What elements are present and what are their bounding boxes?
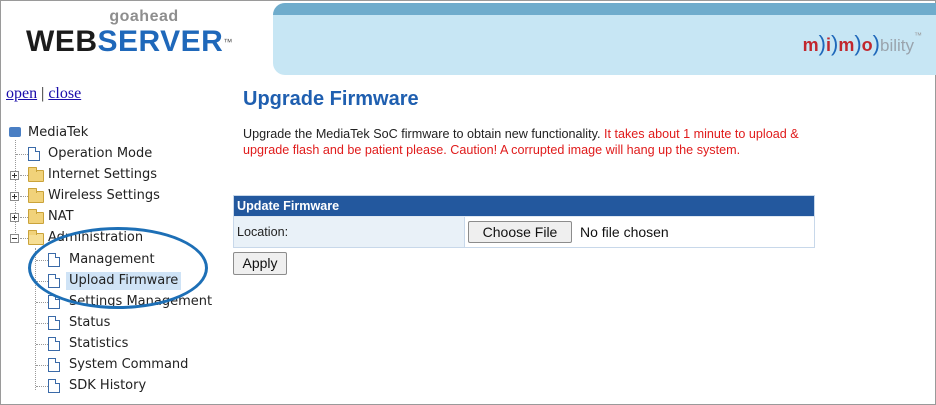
tree-hline (20, 175, 28, 176)
update-firmware-table: Update Firmware Location: Choose File No… (233, 195, 815, 248)
banner-top-strip (273, 3, 936, 15)
page-icon (48, 316, 60, 330)
apply-button[interactable]: Apply (233, 252, 287, 275)
brand-m1: m (802, 35, 819, 55)
tree-hline (36, 386, 48, 387)
choose-file-button[interactable]: Choose File (468, 221, 572, 243)
description-text: Upgrade the MediaTek SoC firmware to obt… (243, 127, 601, 141)
brand-m2: m (838, 35, 855, 55)
page-icon (28, 147, 40, 161)
tree-open-close: open | close (6, 85, 81, 103)
tree-item-label: Status (69, 315, 111, 330)
folder-icon (28, 188, 44, 203)
page-icon (48, 358, 60, 372)
tree-hline (36, 323, 48, 324)
close-link[interactable]: close (48, 85, 81, 102)
logo-server: SERVER (97, 25, 224, 58)
tree-root-label: MediaTek (28, 125, 89, 140)
logo-tm: ™ (223, 37, 233, 47)
logo-webserver-text: WEBSERVER™ (26, 25, 233, 59)
collapse-minus-icon[interactable] (10, 234, 19, 243)
tree-hline (36, 344, 48, 345)
brand-paren1: ) (818, 31, 826, 56)
tree-hline (36, 302, 48, 303)
tree-item-label: Internet Settings (48, 167, 158, 182)
tree-item-label: System Command (69, 357, 189, 372)
highlight-oval-annotation (28, 227, 208, 309)
folder-icon (28, 209, 44, 224)
open-close-separator: | (41, 85, 45, 102)
tree-hline (16, 154, 28, 155)
header-banner: m)i)m)o)bility™ (273, 3, 936, 75)
tree-item-label: Operation Mode (48, 146, 153, 161)
open-link[interactable]: open (6, 85, 37, 102)
tree-hline (20, 238, 28, 239)
expand-plus-icon[interactable] (10, 192, 19, 201)
brand-paren4: ) (872, 31, 880, 56)
tree-item-label: Wireless Settings (48, 188, 160, 203)
computer-icon (9, 127, 21, 137)
no-file-chosen-text: No file chosen (580, 224, 669, 240)
table-header: Update Firmware (234, 196, 814, 216)
page-description: Upgrade the MediaTek SoC firmware to obt… (243, 126, 823, 158)
logo-web: WEB (26, 25, 98, 58)
logo-goahead-text: goahead (109, 8, 179, 25)
tree-hline (20, 217, 28, 218)
page-icon (48, 379, 60, 393)
location-label: Location: (234, 217, 465, 247)
brand-o: o (861, 35, 873, 55)
location-row: Location: Choose File No file chosen (234, 216, 814, 247)
tree-hline (20, 196, 28, 197)
tree-item-label: SDK History (69, 378, 147, 393)
brand-paren3: ) (854, 31, 862, 56)
page-title: Upgrade Firmware (243, 88, 419, 110)
folder-icon (28, 167, 44, 182)
brand-tm: ™ (914, 31, 922, 40)
brand-rest: bility (879, 36, 914, 55)
mimobility-logo: m)i)m)o)bility™ (803, 31, 922, 57)
goahead-webserver-logo: goahead WEBSERVER™ (26, 8, 266, 64)
tree-item-label: Statistics (69, 336, 129, 351)
expand-plus-icon[interactable] (10, 213, 19, 222)
expand-plus-icon[interactable] (10, 171, 19, 180)
tree-item-label: NAT (48, 209, 74, 224)
tree-hline (36, 365, 48, 366)
page-icon (48, 337, 60, 351)
open-folder-icon (28, 230, 44, 245)
